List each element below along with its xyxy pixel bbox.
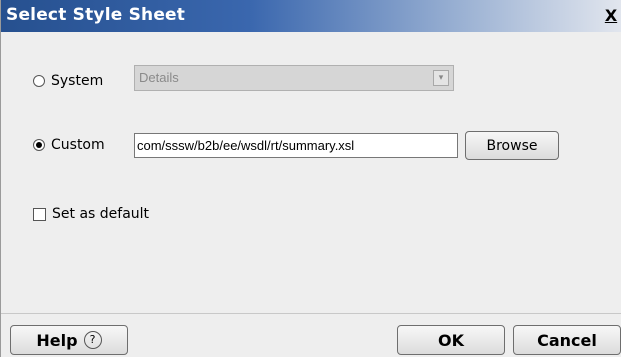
cancel-button[interactable]: Cancel (513, 325, 621, 355)
custom-path-input[interactable] (134, 133, 458, 158)
help-button[interactable]: Help ? (10, 325, 128, 355)
select-style-sheet-dialog: Select Style Sheet X System Details ▾ Cu… (0, 0, 621, 357)
system-radio-label: System (51, 73, 104, 89)
set-as-default-label: Set as default (52, 206, 150, 222)
question-circle-icon: ? (83, 331, 102, 349)
system-select-value: Details (139, 70, 179, 85)
ok-button-label: OK (438, 330, 464, 350)
set-as-default-checkbox[interactable]: Set as default (33, 206, 149, 222)
chevron-down-icon: ▾ (433, 70, 449, 86)
help-button-label: Help (36, 330, 78, 350)
cancel-button-label: Cancel (537, 330, 597, 350)
close-icon[interactable]: X (604, 8, 618, 24)
dialog-title: Select Style Sheet (6, 5, 186, 25)
custom-radio-label: Custom (51, 137, 105, 153)
ok-button[interactable]: OK (397, 325, 505, 355)
set-as-default-box[interactable] (33, 207, 46, 221)
browse-button[interactable]: Browse (465, 131, 559, 160)
custom-radio[interactable]: Custom (33, 137, 105, 153)
system-radio-circle[interactable] (33, 75, 45, 87)
custom-radio-circle[interactable] (33, 139, 45, 151)
title-bar[interactable]: Select Style Sheet X (1, 0, 621, 32)
system-stylesheet-select: Details ▾ (134, 65, 454, 91)
browse-button-label: Browse (486, 137, 538, 154)
system-radio[interactable]: System (33, 73, 103, 89)
button-bar: Help ? OK Cancel (1, 313, 621, 358)
